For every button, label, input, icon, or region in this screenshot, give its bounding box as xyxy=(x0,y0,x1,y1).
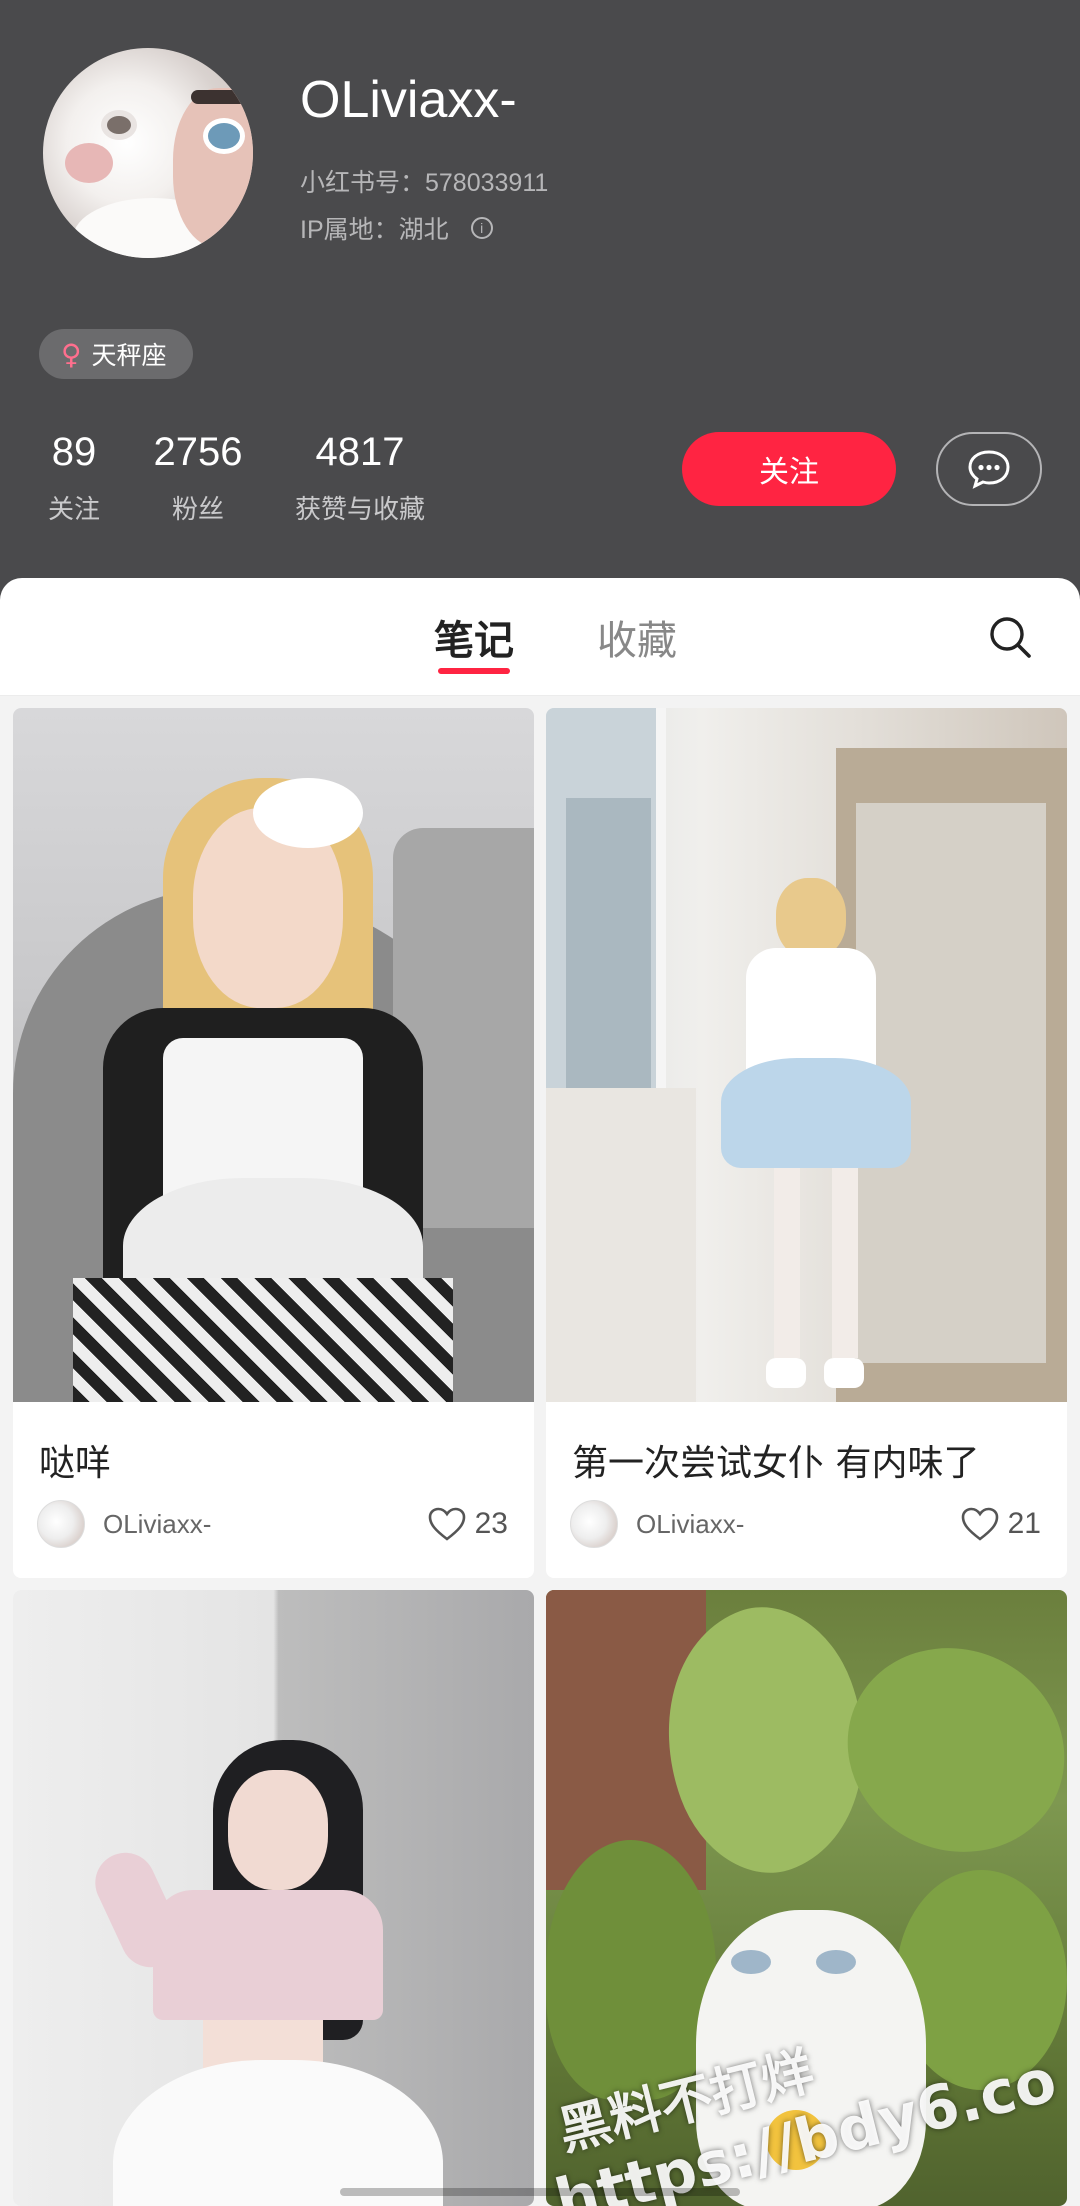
author-name: OLiviaxx- xyxy=(103,1508,212,1539)
like-count: 21 xyxy=(1007,1507,1041,1540)
female-icon: ♀ xyxy=(61,337,82,371)
heart-icon xyxy=(428,1507,465,1541)
chat-bubble-icon xyxy=(968,450,1010,489)
profile-id: 小红书号：578033911 xyxy=(300,163,548,199)
note-title[interactable]: 第一次尝试女仆 有内味了 xyxy=(572,1434,979,1486)
stat-followers[interactable]: 2756 粉丝 xyxy=(150,430,246,526)
profile-ip-location: IP属地：湖北 i xyxy=(300,210,493,246)
follow-button[interactable]: 关注 xyxy=(682,432,896,506)
note-cover-image[interactable] xyxy=(546,708,1067,1402)
stat-likes[interactable]: 4817 获赞与收藏 xyxy=(288,430,432,526)
stat-following[interactable]: 89 关注 xyxy=(44,430,104,526)
stat-following-label: 关注 xyxy=(47,495,100,525)
zodiac-badge: ♀ 天秤座 xyxy=(39,329,193,379)
message-button[interactable] xyxy=(936,432,1042,506)
author-avatar xyxy=(37,1500,85,1548)
note-title[interactable]: 哒咩 xyxy=(39,1434,111,1486)
search-icon xyxy=(990,617,1031,658)
note-card[interactable] xyxy=(13,1590,534,2206)
note-card[interactable]: 第一次尝试女仆 有内味了 OLiviaxx- 21 xyxy=(546,708,1067,1578)
note-cover-image[interactable] xyxy=(13,708,534,1402)
profile-ip-text: IP属地：湖北 xyxy=(300,216,449,244)
active-tab-indicator xyxy=(438,668,510,674)
stat-likes-label: 获赞与收藏 xyxy=(294,495,425,525)
info-icon[interactable]: i xyxy=(470,217,493,239)
heart-icon xyxy=(961,1507,998,1541)
profile-header: OLiviaxx- 小红书号：578033911 IP属地：湖北 i ♀ 天秤座… xyxy=(0,0,1080,600)
tab-favorites[interactable]: 收藏 xyxy=(597,608,677,666)
home-indicator[interactable] xyxy=(340,2188,740,2196)
note-author[interactable]: OLiviaxx- xyxy=(570,1500,744,1548)
profile-username: OLiviaxx- xyxy=(300,71,517,129)
stat-followers-label: 粉丝 xyxy=(171,495,224,525)
content-tabbar: 笔记 收藏 xyxy=(0,578,1080,696)
note-author[interactable]: OLiviaxx- xyxy=(37,1500,211,1548)
profile-avatar[interactable] xyxy=(43,48,253,258)
stat-followers-count: 2756 xyxy=(153,430,243,474)
profile-id-text: 小红书号：578033911 xyxy=(300,169,549,197)
note-card[interactable]: 哒咩 OLiviaxx- 23 xyxy=(13,708,534,1578)
like-button[interactable]: 23 xyxy=(427,1506,508,1542)
author-avatar xyxy=(570,1500,618,1548)
author-name: OLiviaxx- xyxy=(636,1508,745,1539)
zodiac-label: 天秤座 xyxy=(91,341,167,370)
note-cover-image[interactable] xyxy=(13,1590,534,2206)
like-button[interactable]: 21 xyxy=(960,1506,1041,1542)
like-count: 23 xyxy=(474,1507,508,1540)
tab-notes[interactable]: 笔记 xyxy=(434,608,514,666)
search-button[interactable] xyxy=(986,613,1034,661)
stat-likes-count: 4817 xyxy=(315,430,405,474)
stat-following-count: 89 xyxy=(51,430,97,474)
